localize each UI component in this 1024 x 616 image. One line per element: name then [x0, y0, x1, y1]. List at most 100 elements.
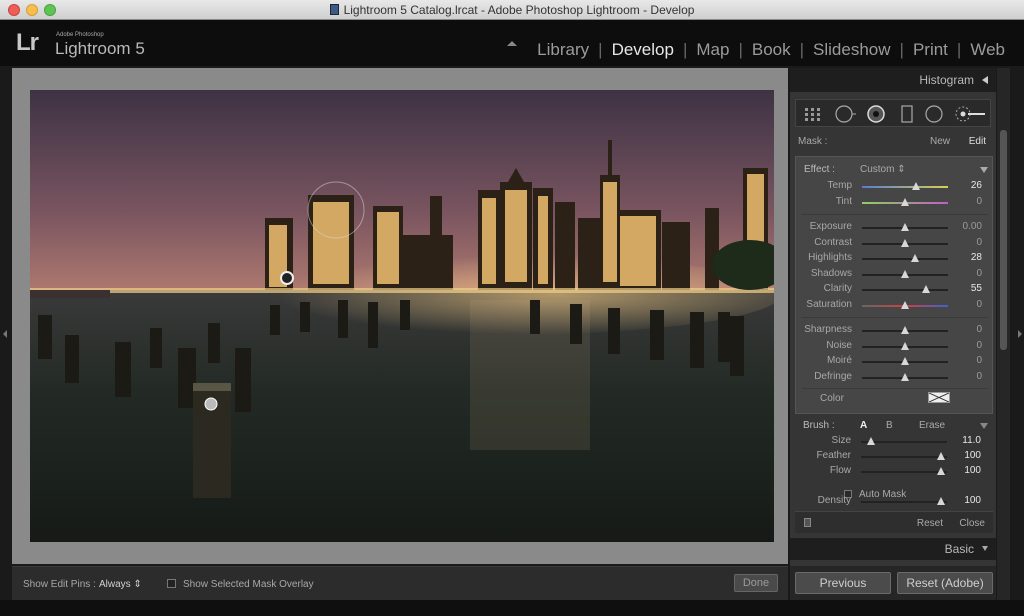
slider-track[interactable]	[861, 452, 947, 460]
top-panel-toggle-icon[interactable]	[507, 41, 517, 46]
module-map[interactable]: Map	[687, 40, 738, 60]
slider-value[interactable]: 0	[976, 371, 982, 382]
edit-pin-active[interactable]	[280, 271, 294, 285]
slider-knob[interactable]	[901, 223, 909, 231]
panel-scrollbar[interactable]	[1000, 130, 1007, 350]
slider-knob[interactable]	[901, 326, 909, 334]
slider-track[interactable]	[862, 300, 948, 309]
red-eye-icon[interactable]	[865, 104, 887, 124]
slider-knob[interactable]	[901, 269, 909, 278]
slider-track[interactable]	[862, 285, 948, 293]
previous-button[interactable]: Previous	[795, 572, 891, 594]
brush-erase-tab[interactable]: Erase	[919, 420, 945, 431]
switch-icon[interactable]	[804, 518, 811, 527]
slider-track[interactable]	[862, 197, 948, 206]
slider-value[interactable]: 11.0	[962, 435, 981, 446]
mask-edit-button[interactable]: Edit	[969, 136, 986, 147]
module-library[interactable]: Library	[528, 40, 598, 60]
effect-collapse-icon[interactable]	[980, 167, 988, 173]
right-panel-toggle-icon[interactable]	[1018, 330, 1022, 338]
slider-value[interactable]: 100	[964, 450, 981, 461]
window-title-text: Lightroom 5 Catalog.lrcat - Adobe Photos…	[343, 3, 695, 17]
module-book[interactable]: Book	[743, 40, 800, 60]
module-develop[interactable]: Develop	[603, 40, 683, 60]
slider-temp: Temp 26	[796, 179, 994, 194]
updown-icon: ⇕	[133, 579, 142, 590]
slider-value[interactable]: 0	[976, 237, 982, 248]
slider-knob[interactable]	[912, 182, 921, 190]
slider-knob[interactable]	[911, 254, 920, 262]
graduated-filter-icon[interactable]	[896, 104, 918, 124]
brush-slider-size: Size 11.0	[795, 434, 993, 449]
spot-removal-icon[interactable]	[834, 104, 856, 124]
slider-value[interactable]: 0.00	[963, 221, 982, 232]
slider-value[interactable]: 55	[971, 283, 982, 294]
reset-adobe-button[interactable]: Reset (Adobe)	[897, 572, 993, 594]
slider-track[interactable]	[861, 467, 947, 475]
slider-knob[interactable]	[937, 497, 945, 505]
left-panel-toggle-icon[interactable]	[3, 330, 7, 338]
mask-new-button[interactable]: New	[930, 136, 950, 147]
effect-label: Effect :	[804, 164, 835, 175]
brush-a-tab[interactable]: A	[860, 420, 867, 431]
slider-track[interactable]	[862, 341, 948, 350]
slider-track[interactable]	[862, 182, 948, 190]
slider-knob[interactable]	[937, 467, 945, 475]
show-edit-pins-select[interactable]: Always ⇕	[99, 579, 142, 590]
mask-overlay-label: Show Selected Mask Overlay	[183, 579, 314, 590]
module-slideshow[interactable]: Slideshow	[804, 40, 900, 60]
slider-knob[interactable]	[901, 341, 909, 350]
slider-track[interactable]	[862, 372, 948, 381]
adjustment-brush-icon[interactable]	[954, 104, 988, 124]
brush-collapse-icon[interactable]	[980, 423, 988, 429]
edit-pin[interactable]	[204, 397, 218, 411]
module-print[interactable]: Print	[904, 40, 957, 60]
color-swatch[interactable]	[928, 392, 950, 403]
done-button[interactable]: Done	[734, 574, 778, 592]
slider-value[interactable]: 0	[976, 355, 982, 366]
slider-value[interactable]: 100	[964, 495, 981, 506]
slider-knob[interactable]	[901, 372, 909, 381]
brush-b-tab[interactable]: B	[886, 420, 893, 431]
close-link[interactable]: Close	[959, 518, 985, 529]
slider-label: Tint	[835, 195, 852, 207]
slider-knob[interactable]	[901, 357, 909, 365]
slider-tint: Tint 0	[796, 195, 994, 210]
slider-value[interactable]: 26	[971, 180, 982, 191]
slider-value[interactable]: 0	[976, 299, 982, 310]
image-canvas[interactable]	[12, 68, 788, 564]
slider-knob[interactable]	[937, 452, 945, 460]
slider-value[interactable]: 100	[964, 465, 981, 476]
slider-value[interactable]: 0	[976, 196, 982, 207]
slider-knob[interactable]	[901, 197, 909, 206]
histogram-header[interactable]: Histogram	[790, 68, 996, 92]
brush-slider-flow: Flow 100	[795, 464, 993, 479]
slider-value[interactable]: 0	[976, 268, 982, 279]
slider-track[interactable]	[861, 437, 947, 445]
crop-overlay-icon[interactable]	[802, 104, 824, 124]
slider-track[interactable]	[861, 497, 947, 505]
slider-track[interactable]	[862, 254, 948, 262]
slider-track[interactable]	[862, 357, 948, 365]
reset-link[interactable]: Reset	[917, 518, 943, 529]
slider-value[interactable]: 0	[976, 340, 982, 351]
radial-filter-icon[interactable]	[923, 104, 945, 124]
slider-knob[interactable]	[867, 437, 876, 445]
panel-buttons: Previous Reset (Adobe)	[790, 566, 996, 600]
slider-track[interactable]	[862, 326, 948, 334]
photo-preview[interactable]	[30, 90, 774, 542]
slider-track[interactable]	[862, 223, 948, 231]
slider-track[interactable]	[862, 269, 948, 278]
effect-preset-row[interactable]: Effect : Custom ⇕	[804, 164, 988, 175]
slider-knob[interactable]	[901, 238, 909, 247]
module-web[interactable]: Web	[961, 40, 1014, 60]
slider-track[interactable]	[862, 238, 948, 247]
basic-header[interactable]: Basic	[790, 538, 996, 560]
slider-knob[interactable]	[901, 300, 909, 309]
effect-preset-value[interactable]: Custom ⇕	[860, 164, 906, 175]
mask-overlay-checkbox[interactable]	[167, 579, 176, 588]
slider-value[interactable]: 28	[971, 252, 982, 263]
slider-label: Shadows	[810, 267, 852, 279]
slider-knob[interactable]	[921, 285, 930, 293]
slider-value[interactable]: 0	[976, 324, 982, 335]
